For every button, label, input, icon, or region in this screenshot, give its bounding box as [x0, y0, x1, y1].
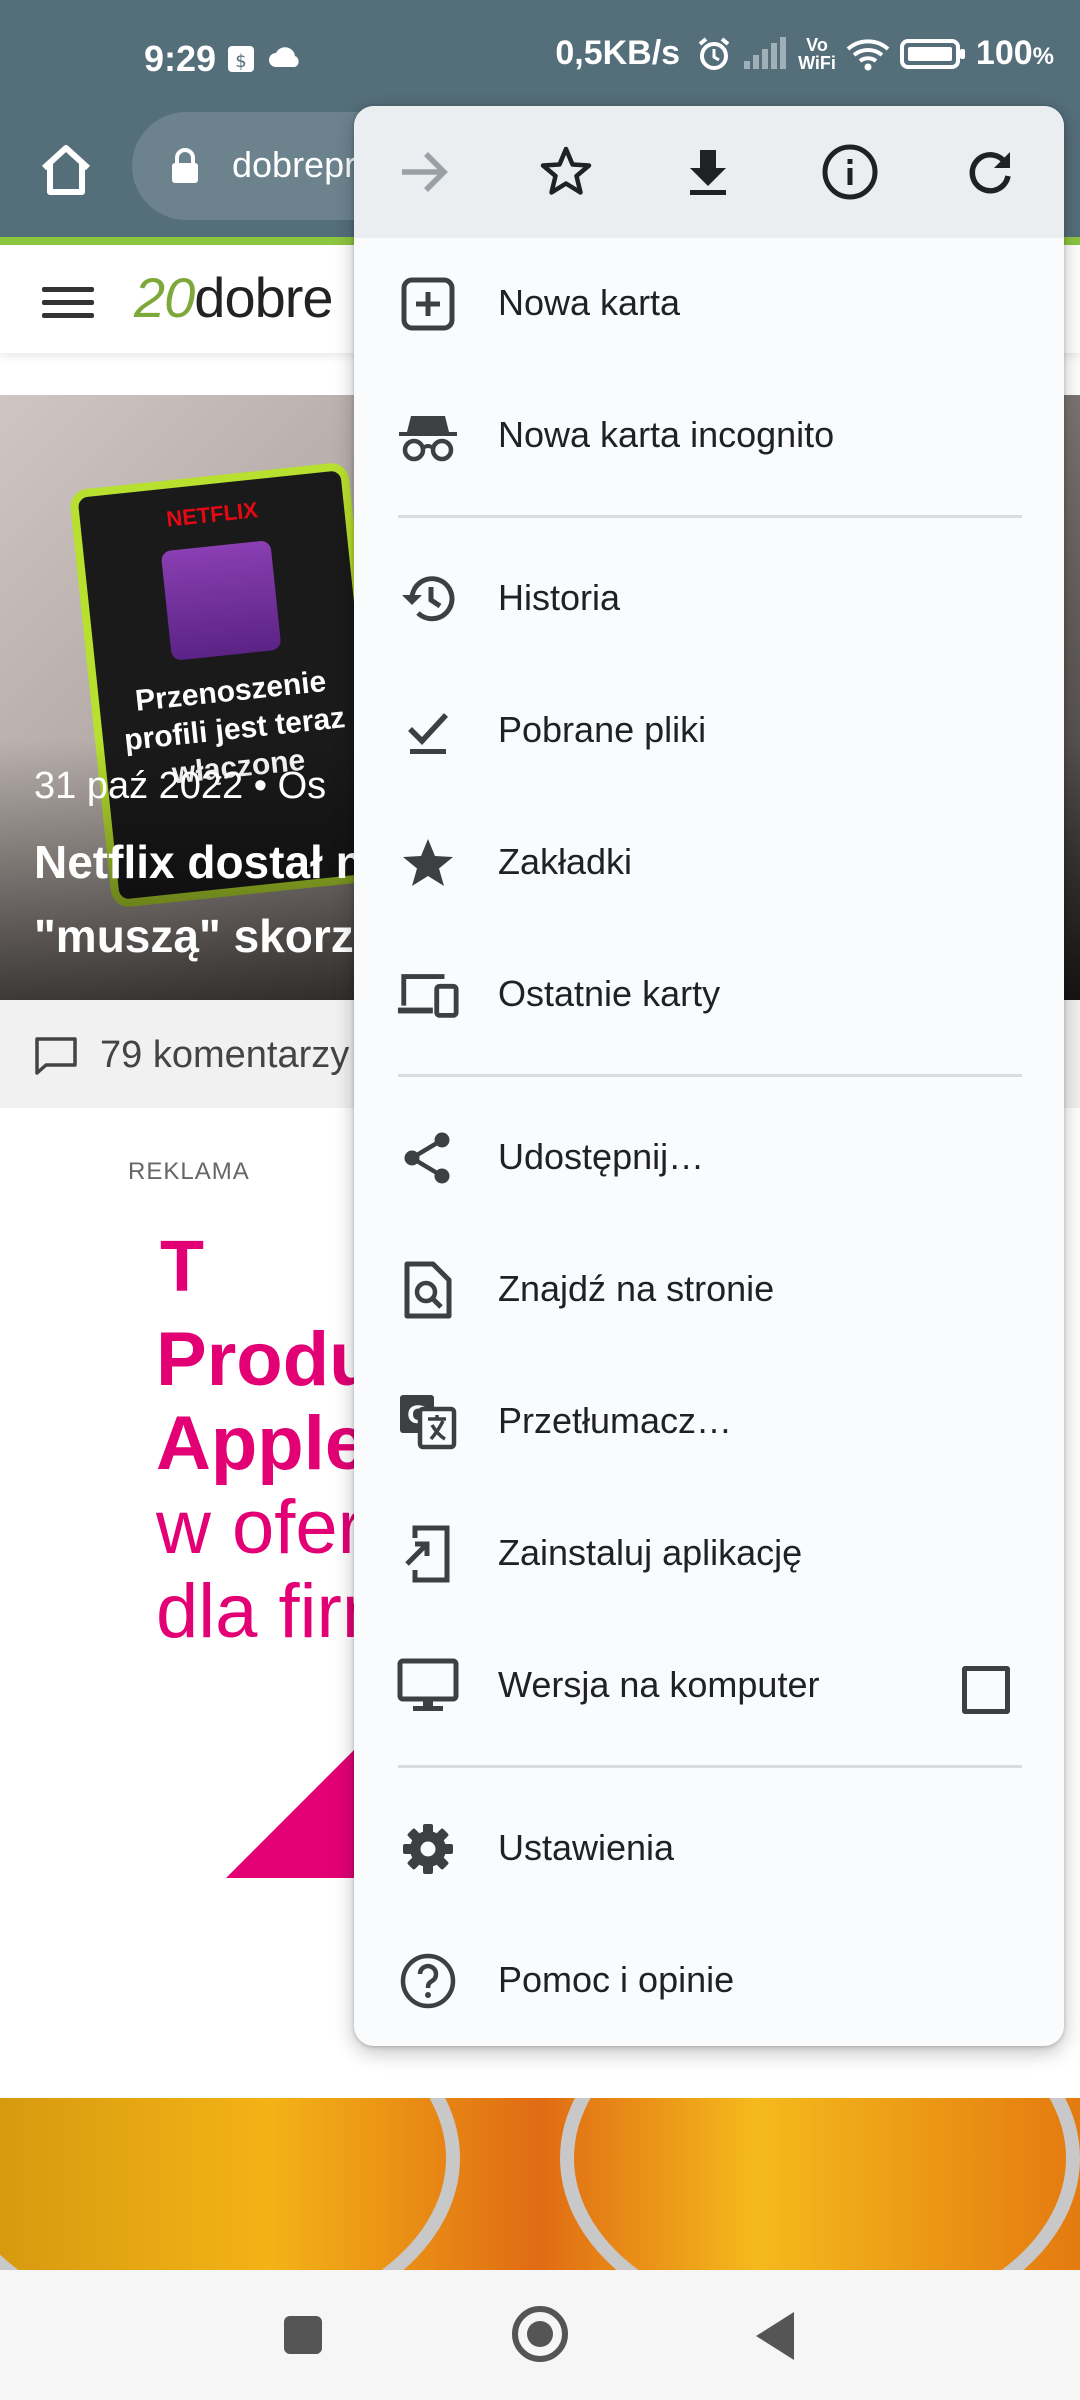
menu-item-find-in-page[interactable]: Znajdź na stronie — [354, 1224, 1064, 1356]
bookmark-button[interactable] — [530, 136, 602, 208]
phone-illustration — [160, 540, 282, 661]
menu-item-label: Nowa karta — [498, 282, 681, 323]
menu-divider — [398, 1765, 1022, 1768]
download-icon — [690, 150, 726, 195]
menu-item-settings[interactable]: Ustawienia — [354, 1783, 1064, 1915]
menu-item-label: Pomoc i opinie — [498, 1959, 735, 2000]
browser-overflow-menu: Nowa karta Nowa karta incognito Historia… — [354, 106, 1064, 2046]
menu-item-label: Historia — [498, 577, 621, 618]
comment-icon — [35, 1037, 77, 1075]
menu-item-label: Ustawienia — [498, 1827, 675, 1868]
battery-value: 100 — [975, 34, 1033, 72]
desktop-site-checkbox[interactable] — [962, 1666, 1010, 1714]
notification-icons: $ — [226, 40, 302, 74]
image-arc — [0, 2098, 460, 2270]
bookmarks-icon — [396, 831, 460, 895]
status-right: 0,5KB/s Vo WiFi 100% — [555, 34, 1054, 73]
menu-item-bookmarks[interactable]: Zakładki — [354, 797, 1064, 929]
info-icon — [822, 144, 878, 200]
svg-text:$: $ — [235, 51, 246, 72]
menu-item-label: Nowa karta incognito — [498, 414, 835, 455]
menu-item-label: Wersja na komputer — [498, 1664, 820, 1705]
share-icon — [396, 1126, 460, 1190]
image-arc — [560, 2098, 1080, 2270]
ad-brand-logo: T — [160, 1227, 204, 1307]
recents-button[interactable] — [284, 2316, 322, 2354]
menu-item-label: Zakładki — [498, 841, 633, 882]
back-button[interactable] — [756, 2312, 794, 2360]
menu-item-history[interactable]: Historia — [354, 533, 1064, 665]
lock-icon — [172, 148, 198, 183]
menu-item-recent-tabs[interactable]: Ostatnie karty — [354, 929, 1064, 1061]
home-icon[interactable] — [36, 140, 96, 200]
shop-notification-icon: $ — [228, 46, 254, 72]
recent-tabs-icon — [396, 963, 460, 1027]
help-icon — [396, 1949, 460, 2013]
menu-divider — [398, 1074, 1022, 1077]
settings-icon — [396, 1817, 460, 1881]
menu-item-desktop-site[interactable]: Wersja na komputer — [354, 1620, 1064, 1752]
alarm-icon — [698, 36, 730, 70]
install-app-icon — [396, 1522, 460, 1586]
forward-icon — [402, 152, 448, 192]
new-tab-icon — [396, 272, 460, 336]
menu-item-label: Znajdź na stronie — [498, 1268, 775, 1309]
logo-text: dobre — [194, 266, 333, 329]
menu-item-label: Udostępnij… — [498, 1136, 705, 1177]
battery-unit: % — [1032, 43, 1054, 70]
hamburger-menu-icon[interactable] — [42, 287, 94, 318]
phone-brand: NETFLIX — [165, 497, 259, 532]
battery-percent: 100% — [976, 34, 1054, 73]
incognito-icon — [396, 404, 460, 468]
system-navigation-bar — [0, 2270, 1080, 2400]
status-bar: 9:29 $ 0,5KB/s Vo WiFi 100% — [0, 0, 1080, 110]
vowifi-top: Vo — [806, 34, 828, 55]
ad-label: REKLAMA — [128, 1158, 250, 1185]
reload-icon — [969, 152, 1011, 194]
comments-count: 79 komentarzy — [100, 1034, 350, 1076]
site-logo[interactable]: 20dobre — [134, 265, 334, 330]
home-button[interactable] — [512, 2306, 568, 2362]
logo-number: 20 — [134, 266, 195, 329]
forward-button[interactable] — [388, 136, 460, 208]
menu-item-install-app[interactable]: Zainstaluj aplikację — [354, 1488, 1064, 1620]
article-date: 31 paź 2022 • Os — [34, 765, 327, 807]
download-button[interactable] — [672, 136, 744, 208]
menu-item-label: Zainstaluj aplikację — [498, 1532, 803, 1573]
menu-item-downloads[interactable]: Pobrane pliki — [354, 665, 1064, 797]
next-article-image[interactable] — [0, 2098, 1080, 2270]
menu-divider — [398, 515, 1022, 518]
menu-item-new-incognito-tab[interactable]: Nowa karta incognito — [354, 370, 1064, 502]
find-in-page-icon — [396, 1258, 460, 1322]
desktop-icon — [396, 1654, 460, 1718]
menu-action-row — [354, 106, 1064, 238]
menu-item-label: Ostatnie karty — [498, 973, 721, 1014]
downloads-icon — [396, 699, 460, 763]
status-time: 9:29 — [144, 38, 217, 79]
signal-icon — [744, 36, 787, 69]
wifi-icon — [846, 38, 890, 70]
menu-item-translate[interactable]: G Przetłumacz… — [354, 1356, 1064, 1488]
network-speed: 0,5KB/s — [555, 34, 681, 72]
battery-icon — [899, 38, 965, 69]
translate-icon: G — [396, 1390, 460, 1454]
history-icon — [396, 567, 460, 631]
menu-item-share[interactable]: Udostępnij… — [354, 1092, 1064, 1224]
page-info-button[interactable] — [814, 136, 886, 208]
cloud-icon — [269, 47, 299, 67]
vowifi-bottom: WiFi — [798, 52, 836, 73]
menu-item-label: Przetłumacz… — [498, 1400, 733, 1441]
reload-button[interactable] — [954, 136, 1026, 208]
vowifi-icon: Vo WiFi — [798, 36, 836, 72]
menu-item-label: Pobrane pliki — [498, 709, 707, 750]
star-icon — [540, 146, 592, 195]
menu-item-new-tab[interactable]: Nowa karta — [354, 238, 1064, 370]
menu-item-help-feedback[interactable]: Pomoc i opinie — [354, 1915, 1064, 2046]
